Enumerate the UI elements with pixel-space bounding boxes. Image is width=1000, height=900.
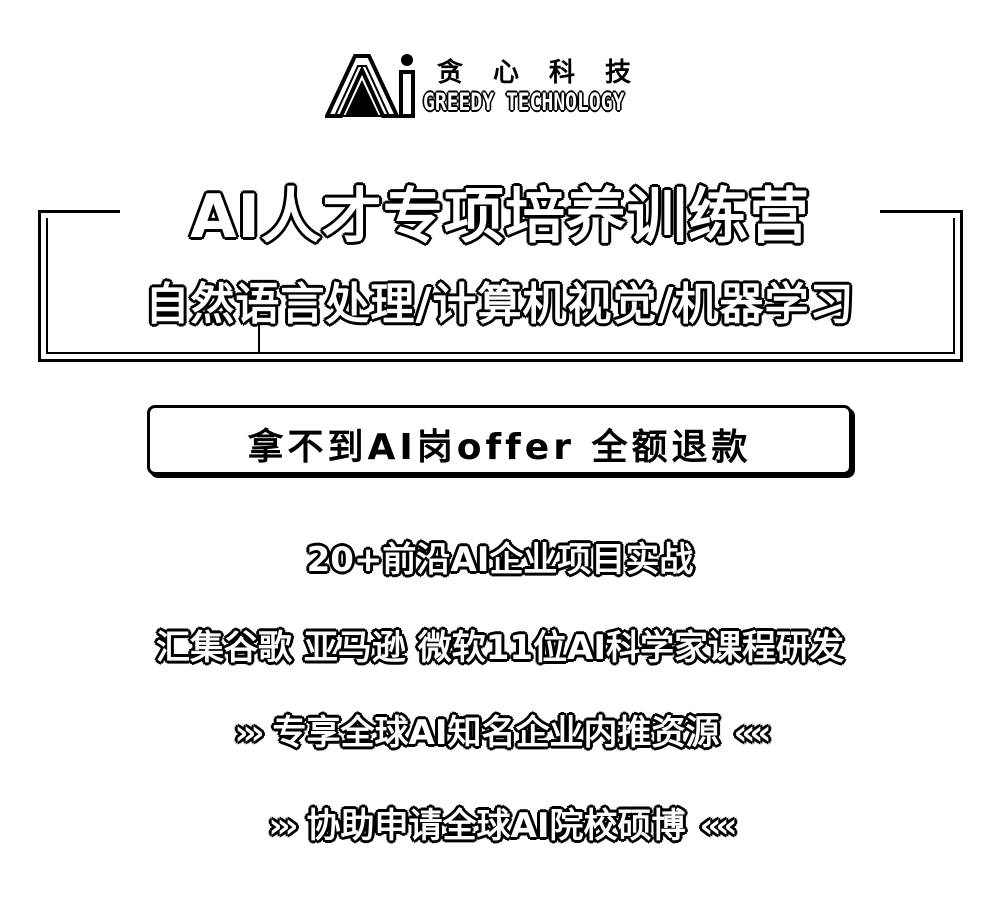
chevrons-right-icon: ››› [234,713,264,753]
chevrons-right-icon: ››› [268,806,298,846]
brand-logo: 贪心科技 GREEDY TECHNOLOGY [325,52,685,122]
chevrons-left-icon: ‹‹‹‹ [733,713,771,753]
feature-scientists: 汇集谷歌 亚马逊 微软11位AI科学家课程研发 [156,628,844,668]
page-title: AI人才专项培养训练营 [190,182,810,252]
chevrons-left-icon: ‹‹‹‹ [699,806,737,846]
feature-applications: ››› 协助申请全球AI院校硕博 ‹‹‹‹ [0,798,1000,847]
logo-english-name: GREEDY TECHNOLOGY [423,88,625,116]
ai-logo-mark-icon [325,54,415,118]
refund-guarantee-text: 拿不到AI岗offer 全额退款 [247,427,752,468]
page-subtitle: 自然语言处理/计算机视觉/机器学习 [145,279,855,330]
feature-referrals: ››› 专享全球AI知名企业内推资源 ‹‹‹‹ [0,705,1000,754]
refund-guarantee-box: 拿不到AI岗offer 全额退款 [147,405,852,475]
feature-projects: 20+前沿AI企业项目实战 [306,540,694,580]
feature-applications-text: 协助申请全球AI院校硕博 [306,806,686,846]
feature-referrals-text: 专享全球AI知名企业内推资源 [272,713,720,753]
logo-chinese-name: 贪心科技 [437,58,662,88]
frame-inner-bottom-line [46,352,955,354]
